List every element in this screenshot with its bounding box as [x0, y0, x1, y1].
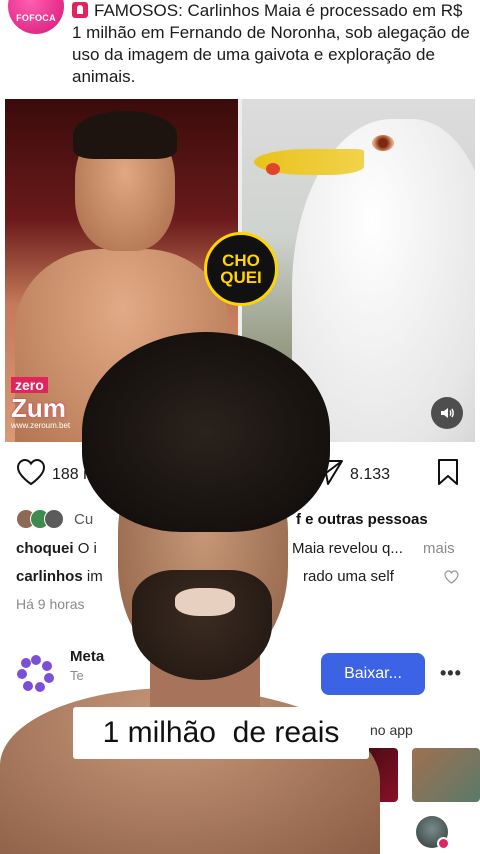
siren-icon — [72, 2, 88, 18]
badge-line-1: CHO — [222, 251, 260, 270]
avatar-label: FOFOCA — [16, 13, 56, 23]
creator-mouth — [175, 588, 235, 616]
account-avatar[interactable]: FOFOCA — [8, 0, 64, 34]
post-text: FAMOSOS: Carlinhos Maia é processado em … — [72, 0, 472, 88]
creator-beard — [132, 570, 272, 680]
badge-line-2: QUEI — [220, 268, 262, 287]
choquei-badge: CHO QUEI — [204, 232, 278, 306]
seagull-eye — [372, 135, 394, 151]
man-hair — [73, 111, 177, 159]
video-subtitle: 1 milhão de reais — [73, 707, 369, 759]
seagull-beak-spot — [266, 163, 280, 175]
creator-hair — [82, 332, 330, 532]
creator-overlay — [0, 320, 480, 854]
post-text-body: FAMOSOS: Carlinhos Maia é processado em … — [72, 1, 470, 86]
